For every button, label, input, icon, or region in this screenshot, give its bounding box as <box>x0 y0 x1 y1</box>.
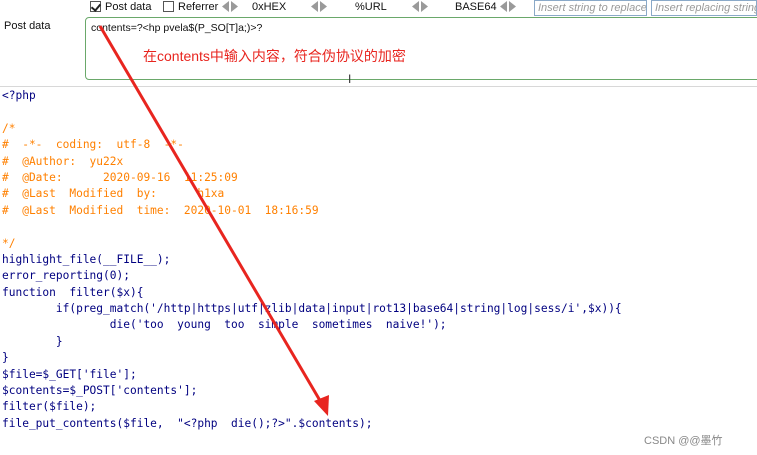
annotation-arrow-icon <box>98 25 329 416</box>
